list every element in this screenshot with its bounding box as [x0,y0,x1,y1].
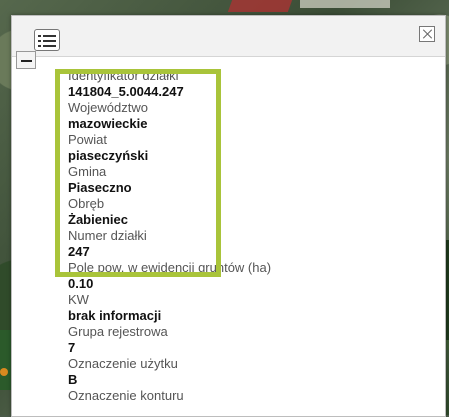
field-value-identyfikator: 141804_5.0044.247 [68,84,184,99]
field-label-grupa-rejestrowa: Grupa rejestrowa [68,324,168,339]
list-icon-bar [43,40,56,42]
parcel-info-popup: Identyfikator działki 141804_5.0044.247 … [11,15,446,417]
field-value-grupa-rejestrowa: 7 [68,340,76,355]
field-value-pole-pow: 0.10 [68,276,94,291]
close-icon[interactable] [419,26,435,42]
field-label-kw: KW [68,292,89,307]
field-value-gmina: Piaseczno [68,180,132,195]
parcel-attributes: Identyfikator działki 141804_5.0044.247 … [68,68,438,404]
field-value-powiat: piaseczyński [68,148,149,163]
popup-header [12,16,445,57]
map-feature [227,0,293,12]
list-icon-bar [43,45,56,47]
field-label-wojewodztwo: Województwo [68,100,148,115]
field-value-kw: brak informacji [68,308,162,323]
map-marker[interactable] [0,368,8,376]
field-value-numer-dzialki: 247 [68,244,90,259]
list-icon-bar [43,35,56,37]
field-label-powiat: Powiat [68,132,108,147]
field-label-oznaczenie-uzytku: Oznaczenie użytku [68,356,178,371]
field-label-pole-pow: Pole pow. w ewidencji gruntów (ha) [68,260,272,275]
list-icon-dot [38,40,41,42]
field-label-numer-dzialki: Numer działki [68,228,147,243]
list-icon[interactable] [34,29,60,51]
field-value-wojewodztwo: mazowieckie [68,116,148,131]
field-value-oznaczenie-uzytku: B [68,372,78,387]
field-value-obreb: Żabieniec [68,212,128,227]
minus-icon[interactable] [16,51,36,69]
field-label-obreb: Obręb [68,196,105,211]
field-label-identyfikator: Identyfikator działki [68,68,179,83]
list-icon-dot [38,45,41,47]
map-feature [300,0,390,8]
field-label-oznaczenie-konturu: Oznaczenie konturu [68,388,184,403]
field-label-gmina: Gmina [68,164,107,179]
list-icon-dot [38,35,41,37]
